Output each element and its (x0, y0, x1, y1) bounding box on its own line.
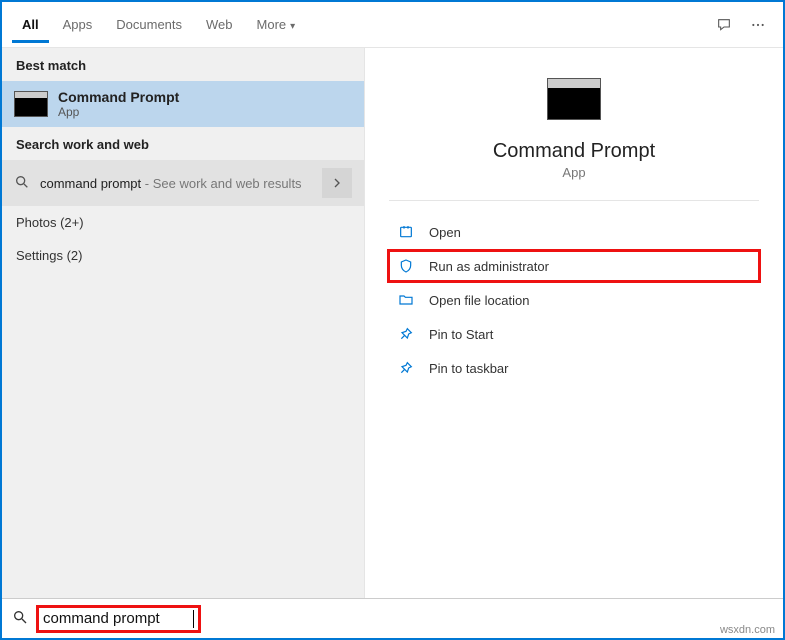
action-label: Open file location (429, 293, 529, 308)
action-open[interactable]: Open (389, 217, 759, 247)
preview-title: Command Prompt (493, 140, 655, 163)
web-result-text: command prompt - See work and web result… (40, 176, 302, 191)
search-input[interactable] (43, 610, 193, 627)
command-prompt-icon (14, 91, 48, 117)
text-caret (193, 610, 194, 628)
tab-apps[interactable]: Apps (53, 7, 103, 43)
category-photos[interactable]: Photos (2+) (2, 206, 364, 239)
category-settings[interactable]: Settings (2) (2, 239, 364, 272)
action-label: Pin to Start (429, 327, 493, 342)
tab-all[interactable]: All (12, 7, 49, 43)
search-icon (14, 174, 30, 193)
results-panel: Best match Command Prompt App Search wor… (2, 48, 364, 598)
pin-icon (397, 325, 415, 343)
pin-icon (397, 359, 415, 377)
watermark: wsxdn.com (720, 624, 775, 636)
preview-panel: Command Prompt App Open Run as administr… (364, 48, 783, 598)
action-open-file-location[interactable]: Open file location (389, 285, 759, 315)
open-icon (397, 223, 415, 241)
section-best-match: Best match (2, 48, 364, 81)
search-bar[interactable] (2, 598, 783, 638)
action-run-as-administrator[interactable]: Run as administrator (389, 251, 759, 281)
best-match-title: Command Prompt (58, 89, 179, 105)
tab-documents[interactable]: Documents (106, 7, 192, 43)
tab-web[interactable]: Web (196, 7, 243, 43)
web-result-item[interactable]: command prompt - See work and web result… (2, 160, 364, 206)
action-pin-to-start[interactable]: Pin to Start (389, 319, 759, 349)
best-match-subtitle: App (58, 105, 179, 119)
more-options-icon[interactable] (743, 10, 773, 40)
preview-subtitle: App (562, 165, 585, 180)
chevron-right-icon[interactable] (322, 168, 352, 198)
action-label: Open (429, 225, 461, 240)
tab-more[interactable]: More (247, 7, 306, 43)
best-match-item[interactable]: Command Prompt App (2, 81, 364, 127)
action-label: Run as administrator (429, 259, 549, 274)
feedback-icon[interactable] (709, 10, 739, 40)
shield-icon (397, 257, 415, 275)
filter-tabs: All Apps Documents Web More (2, 2, 783, 48)
command-prompt-icon-large (547, 78, 601, 120)
section-search-web: Search work and web (2, 127, 364, 160)
folder-icon (397, 291, 415, 309)
action-label: Pin to taskbar (429, 361, 509, 376)
search-icon (12, 609, 28, 628)
action-pin-to-taskbar[interactable]: Pin to taskbar (389, 353, 759, 383)
